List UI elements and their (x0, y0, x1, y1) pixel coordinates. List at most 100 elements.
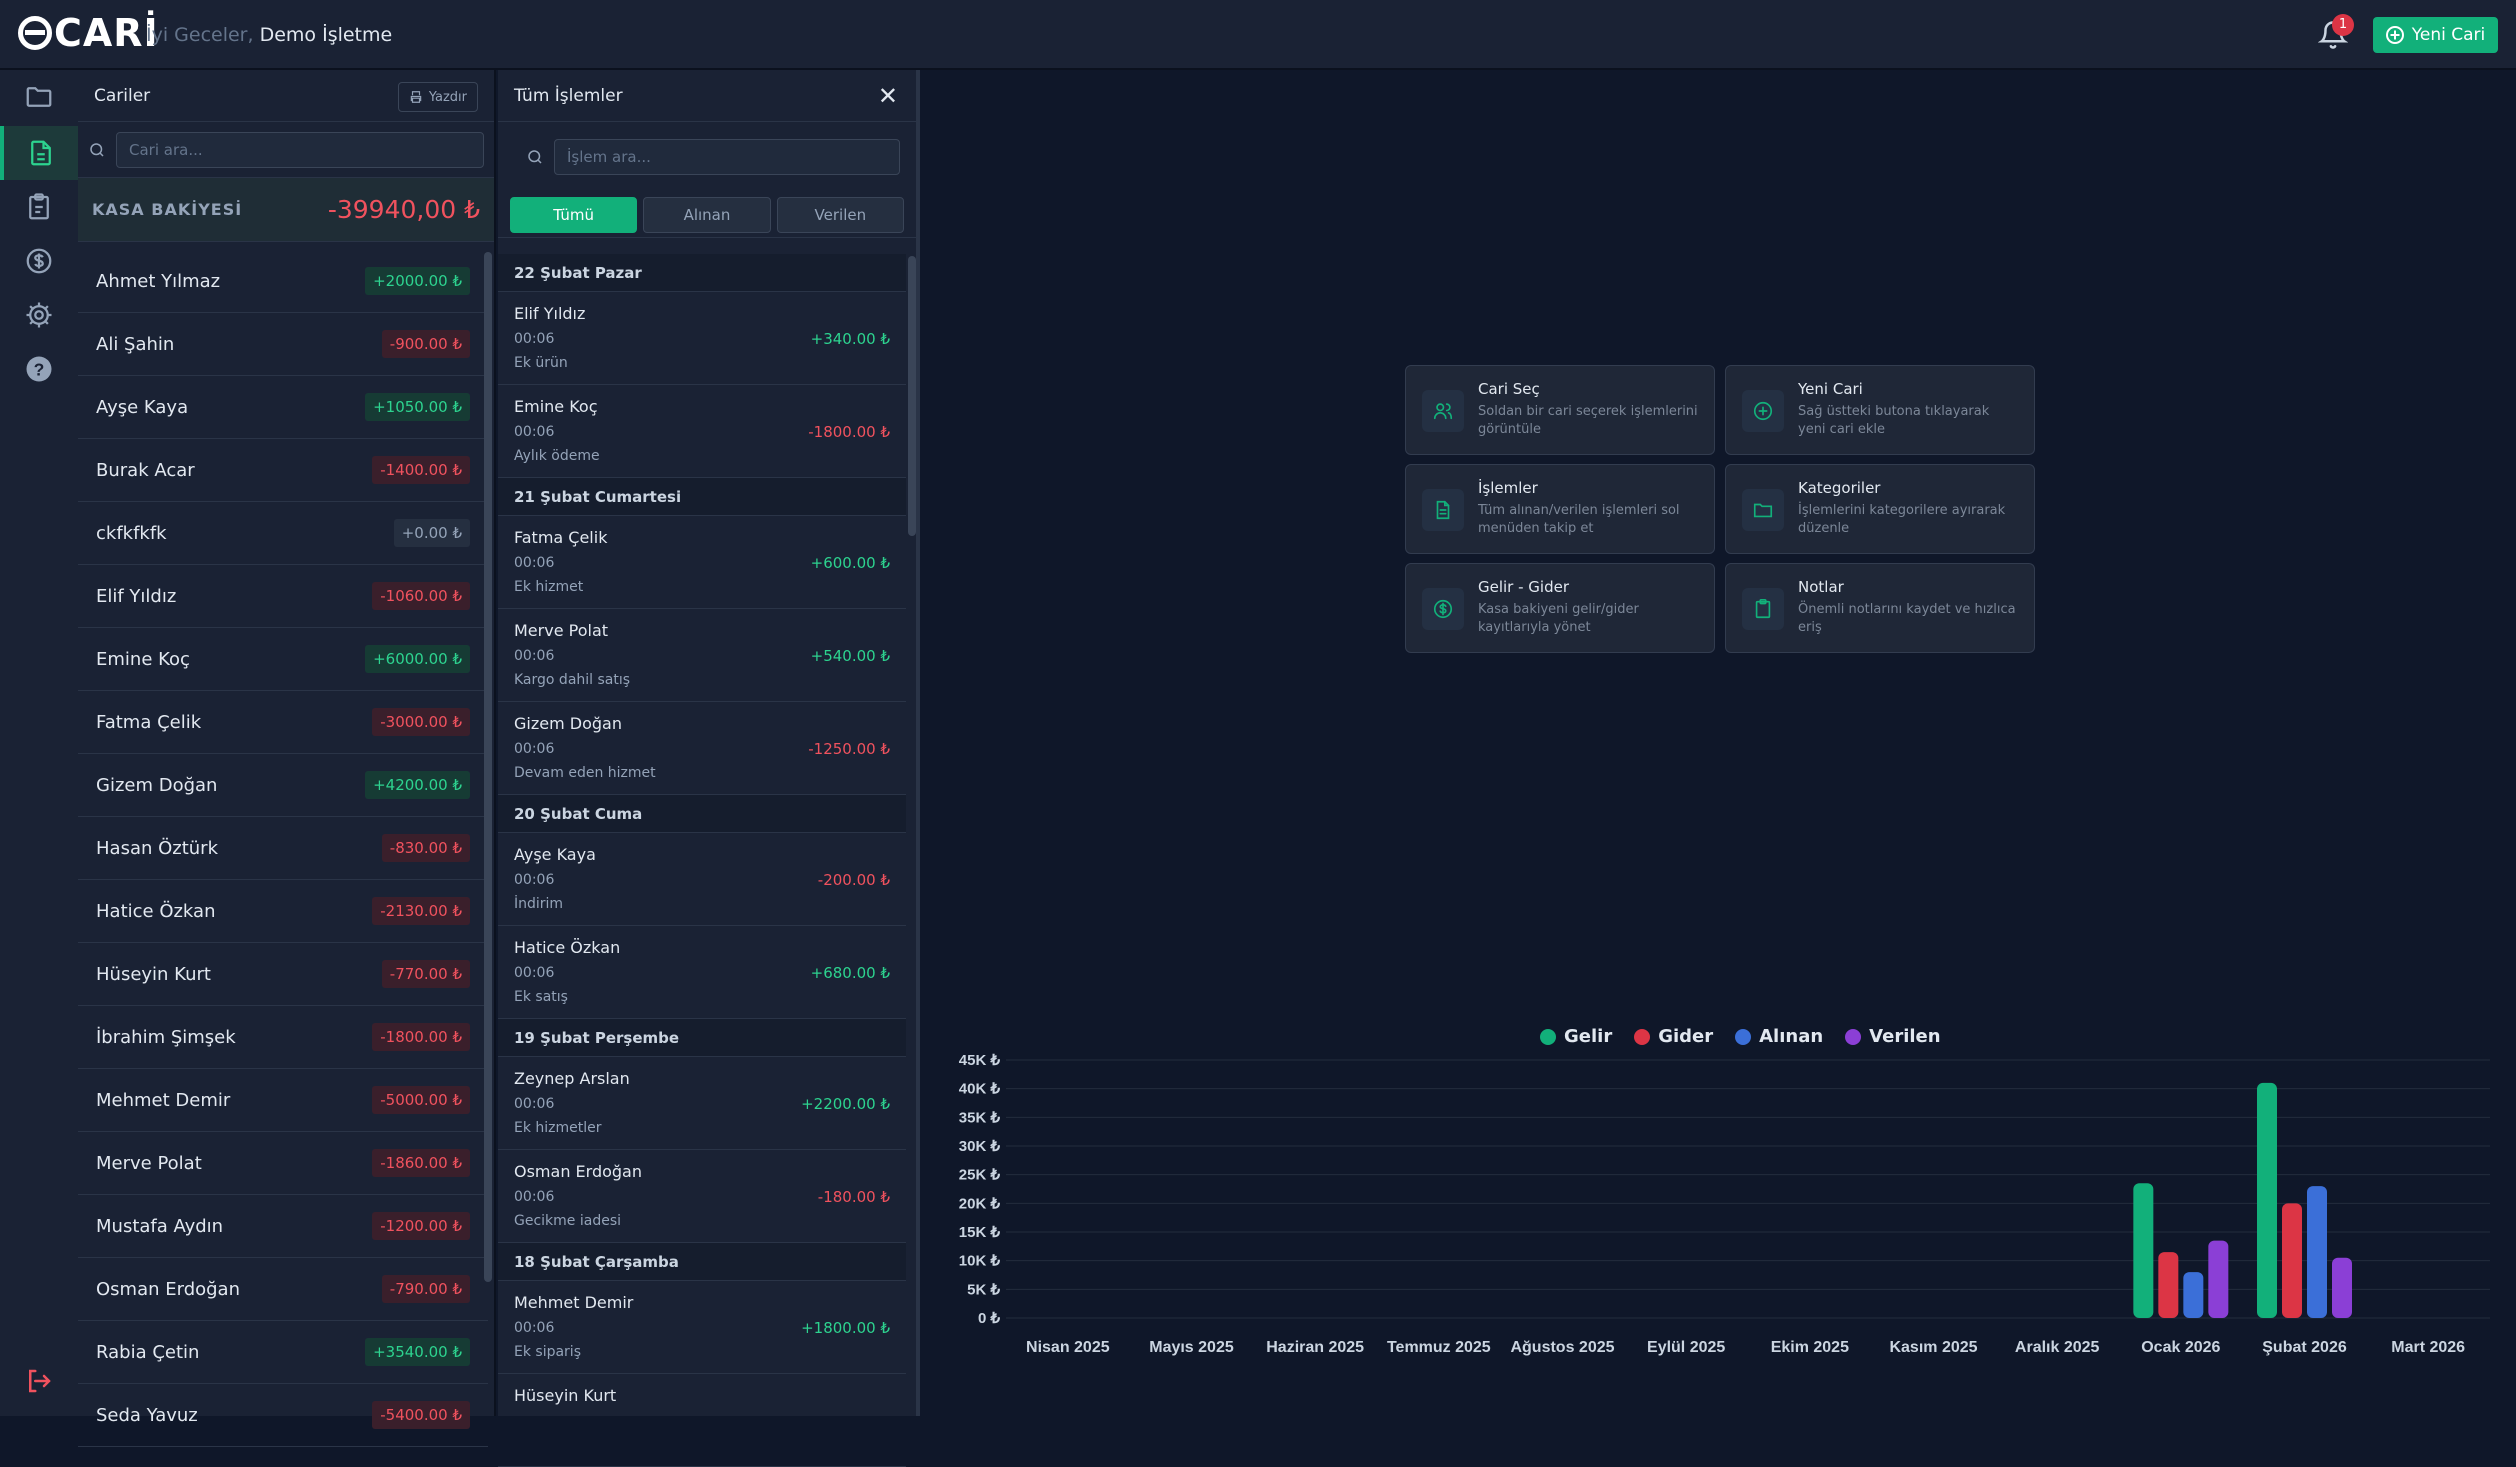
filter-tabs: Tümü Alınan Verilen (498, 192, 916, 238)
business-name: Demo İşletme (259, 24, 393, 46)
print-label: Yazdır (428, 89, 467, 105)
cari-name: Mustafa Aydın (96, 1215, 224, 1237)
transaction-row[interactable]: Emine Koç 00:06 Aylık ödeme -1800.00 ₺ (498, 385, 906, 478)
y-tick-label: 30K ₺ (959, 1138, 1001, 1155)
cari-search-input[interactable]: Cari ara... (116, 131, 484, 168)
cari-name: Hasan Öztürk (96, 837, 219, 859)
clipboard-icon (29, 193, 49, 220)
cari-row[interactable]: Emine Koç +6000.00 ₺ (78, 628, 488, 691)
transaction-amount: +2200.00 ₺ (801, 1095, 890, 1113)
print-button[interactable]: Yazdır (397, 82, 478, 112)
cari-row[interactable]: Osman Erdoğan -790.00 ₺ (78, 1258, 488, 1321)
info-card[interactable]: Yeni Cari Sağ üstteki butona tıklayarak y… (1725, 365, 2035, 455)
cari-name: Hatice Özkan (96, 900, 216, 922)
cari-list: Ahmet Yılmaz +2000.00 ₺ Ali Şahin -900.00 ₺… (78, 250, 488, 1447)
cari-row[interactable]: Gizem Doğan +4200.00 ₺ (78, 754, 488, 817)
bar (2282, 1203, 2302, 1318)
logo[interactable]: CARİ (18, 14, 159, 52)
cari-balance-badge: -830.00 ₺ (381, 834, 470, 862)
x-tick-label: Mart 2026 (2391, 1339, 2465, 1356)
bar (2183, 1272, 2204, 1318)
transaction-row[interactable]: Merve Polat 00:06 Kargo dahil satış +540.00… (498, 609, 906, 702)
transaction-row[interactable]: Elif Yıldız 00:06 Ek ürün +340.00 ₺ (498, 292, 906, 385)
sidebar-item-documents[interactable] (0, 126, 78, 180)
cari-row[interactable]: Burak Acar -1400.00 ₺ (78, 439, 488, 502)
info-card[interactable]: İşlemler Tüm alınan/verilen işlemleri sol… (1405, 464, 1715, 554)
cari-name: İbrahim Şimşek (96, 1026, 236, 1048)
transaction-desc: Ek ürün (514, 355, 568, 371)
transaction-row[interactable]: Gizem Doğan 00:06 Devam eden hizmet -1250.0… (498, 702, 906, 795)
transaction-row[interactable]: Zeynep Arslan 00:06 Ek hizmetler +2200.00 ₺ (498, 1057, 906, 1150)
cari-scrollbar[interactable] (484, 252, 492, 1282)
cari-name: Ahmet Yılmaz (96, 270, 221, 292)
cari-balance-badge: +4200.00 ₺ (365, 771, 470, 799)
cari-row[interactable]: Rabia Çetin +3540.00 ₺ (78, 1321, 488, 1384)
info-card[interactable]: Cari Seç Soldan bir cari seçerek işlemler… (1405, 365, 1715, 455)
sidebar-item-settings[interactable] (0, 288, 78, 342)
kasa-label: KASA BAKİYESİ (92, 200, 243, 219)
sidebar-item-help[interactable]: ? (0, 342, 78, 396)
cari-row[interactable]: ckfkfkfk +0.00 ₺ (78, 502, 488, 565)
date-header: 20 Şubat Cuma (498, 795, 906, 833)
islem-search-input[interactable]: İşlem ara... (554, 139, 900, 175)
chart: 45K ₺ 40K ₺ 35K ₺ 30K ₺ 25K ₺ 20K ₺ 15K ₺ 10K ₺… (959, 1052, 2490, 1356)
cari-name: Burak Acar (96, 459, 195, 481)
logout-button[interactable] (0, 1354, 78, 1408)
y-tick-label: 0 ₺ (978, 1310, 1001, 1327)
y-tick-label: 5K ₺ (967, 1281, 1000, 1298)
transaction-row[interactable]: Hüseyin Kurt (498, 1374, 906, 1467)
islemler-header: Tüm İşlemler ✕ (498, 70, 916, 122)
info-card[interactable]: Gelir - Gider Kasa bakiyeni gelir/gider k… (1405, 563, 1715, 653)
transaction-name: Ayşe Kaya (514, 845, 596, 864)
transaction-amount: -180.00 ₺ (817, 1188, 890, 1206)
x-tick-label: Eylül 2025 (1647, 1339, 1725, 1356)
cari-name: Hüseyin Kurt (96, 963, 211, 985)
cari-row[interactable]: Merve Polat -1860.00 ₺ (78, 1132, 488, 1195)
sidebar-item-folders[interactable] (0, 70, 78, 124)
close-icon[interactable]: ✕ (878, 82, 898, 110)
transaction-row[interactable]: Mehmet Demir 00:06 Ek sipariş +1800.00 ₺ (498, 1281, 906, 1374)
cari-name: Rabia Çetin (96, 1341, 200, 1363)
new-cari-button[interactable]: Yeni Cari (2373, 17, 2498, 53)
cari-row[interactable]: Elif Yıldız -1060.00 ₺ (78, 565, 488, 628)
transaction-desc: Ek sipariş (514, 1344, 581, 1360)
cari-row[interactable]: Mehmet Demir -5000.00 ₺ (78, 1069, 488, 1132)
transaction-row[interactable]: Osman Erdoğan 00:06 Gecikme iadesi -180.00 … (498, 1150, 906, 1243)
document-icon (1422, 489, 1464, 531)
cari-row[interactable]: Hüseyin Kurt -770.00 ₺ (78, 943, 488, 1006)
sidebar-item-notes[interactable] (0, 180, 78, 234)
cari-balance-badge: +1050.00 ₺ (365, 393, 470, 421)
info-card[interactable]: Kategoriler İşlemlerini kategorilere ayır… (1725, 464, 2035, 554)
x-tick-label: Ekim 2025 (1771, 1339, 1849, 1356)
cari-row[interactable]: Fatma Çelik -3000.00 ₺ (78, 691, 488, 754)
info-card-title: Cari Seç (1478, 380, 1540, 398)
islem-scrollbar[interactable] (908, 256, 916, 536)
info-card[interactable]: Notlar Önemli notlarını kaydet ve hızlıca… (1725, 563, 2035, 653)
transaction-desc: Aylık ödeme (514, 448, 600, 464)
plus-circle-icon (1742, 390, 1784, 432)
transaction-row[interactable]: Ayşe Kaya 00:06 İndirim -200.00 ₺ (498, 833, 906, 926)
transaction-desc: Kargo dahil satış (514, 672, 631, 688)
transaction-desc: Ek hizmet (514, 579, 584, 595)
bar (2133, 1183, 2154, 1318)
tab-verilen[interactable]: Verilen (776, 196, 904, 233)
greeting-text: İyi Geceler, (146, 24, 254, 46)
cari-row[interactable]: Hatice Özkan -2130.00 ₺ (78, 880, 488, 943)
sidebar-item-finance[interactable] (0, 234, 78, 288)
cari-row[interactable]: İbrahim Şimşek -1800.00 ₺ (78, 1006, 488, 1069)
cari-name: Emine Koç (96, 648, 190, 670)
cari-row[interactable]: Ahmet Yılmaz +2000.00 ₺ (78, 250, 488, 313)
cari-row[interactable]: Mustafa Aydın -1200.00 ₺ (78, 1195, 488, 1258)
transaction-row[interactable]: Hatice Özkan 00:06 Ek satış +680.00 ₺ (498, 926, 906, 1019)
cari-balance-badge: -5000.00 ₺ (372, 1086, 470, 1114)
tab-tumu[interactable]: Tümü (510, 196, 638, 233)
cari-row[interactable]: Ali Şahin -900.00 ₺ (78, 313, 488, 376)
search-icon (90, 142, 104, 157)
tab-alinan[interactable]: Alınan (643, 196, 771, 233)
info-card-title: İşlemler (1478, 479, 1538, 497)
cari-row[interactable]: Hasan Öztürk -830.00 ₺ (78, 817, 488, 880)
cari-balance-badge: -2130.00 ₺ (372, 897, 470, 925)
transaction-row[interactable]: Fatma Çelik 00:06 Ek hizmet +600.00 ₺ (498, 516, 906, 609)
y-tick-label: 35K ₺ (959, 1109, 1001, 1126)
cari-row[interactable]: Ayşe Kaya +1050.00 ₺ (78, 376, 488, 439)
